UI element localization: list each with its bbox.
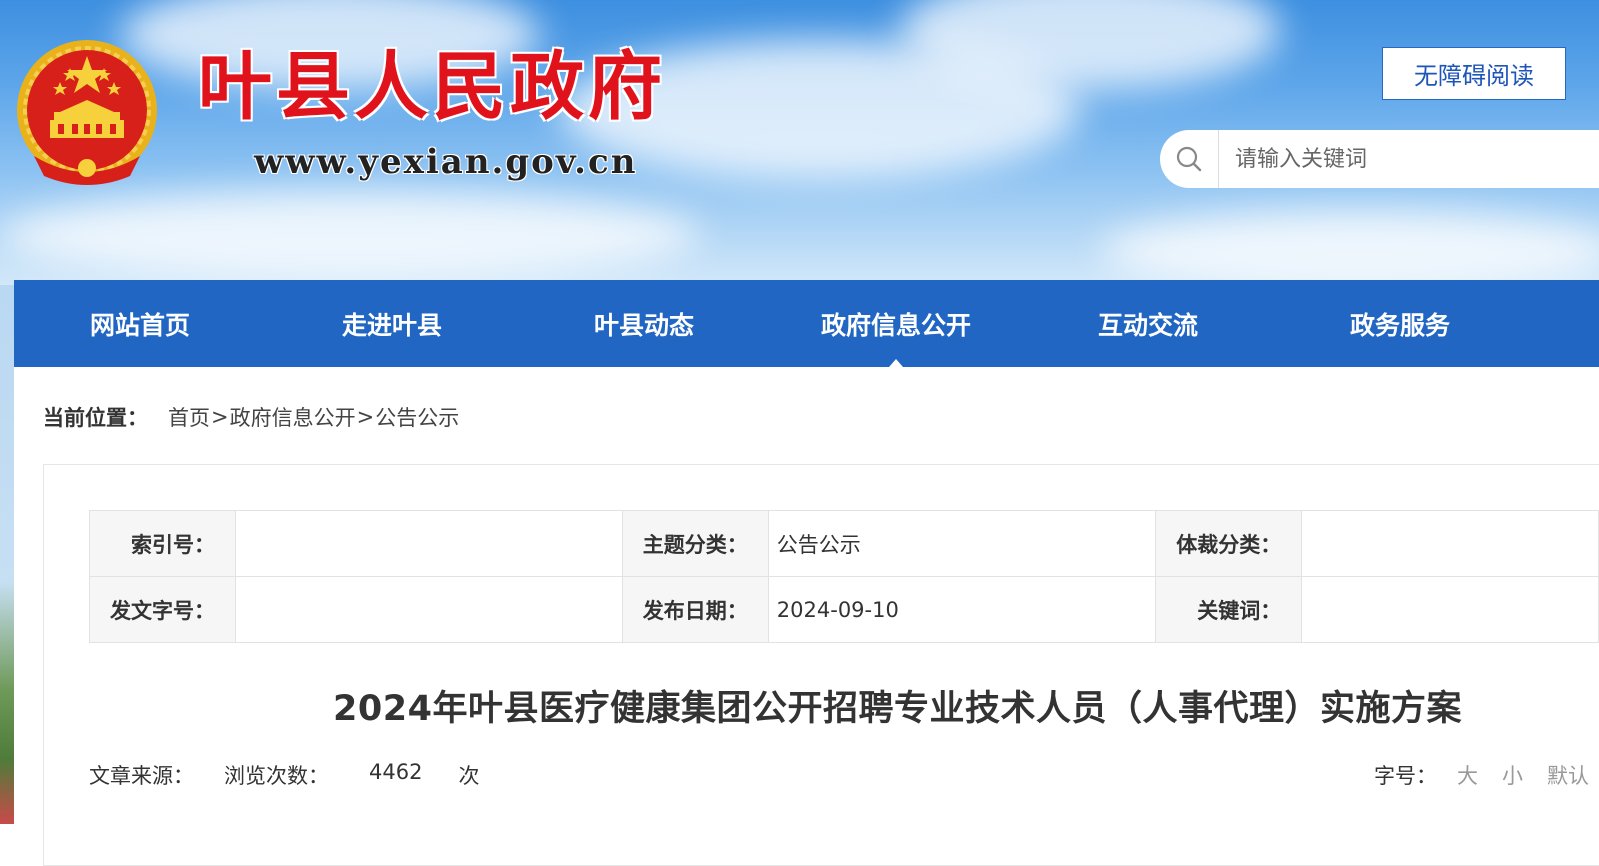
breadcrumb-separator: > (356, 405, 375, 429)
nav-item-about-yexian[interactable]: 走进叶县 (266, 280, 518, 367)
site-header: 叶县人民政府 www.yexian.gov.cn 无障碍阅读 (0, 0, 1599, 285)
source-label: 文章来源： (89, 764, 194, 788)
nav-item-label: 政务服务 (1349, 310, 1450, 340)
main-nav: 网站首页 走进叶县 叶县动态 政府信息公开 互动交流 政务服务 (14, 280, 1599, 367)
nav-item-gov-info[interactable]: 政府信息公开 (770, 280, 1022, 367)
views-label: 浏览次数： (224, 764, 329, 788)
article-title: 2024年叶县医疗健康集团公开招聘专业技术人员（人事代理）实施方案 (333, 689, 1462, 729)
nav-item-label: 叶县动态 (593, 310, 694, 340)
search-icon[interactable] (1160, 130, 1219, 188)
nav-item-label: 互动交流 (1097, 310, 1198, 340)
font-size-default[interactable]: 默认 (1547, 760, 1589, 790)
breadcrumb-home[interactable]: 首页 (168, 402, 210, 432)
breadcrumb-label: 当前位置： (43, 406, 148, 430)
topic-category-value: 公告公示 (767, 510, 1157, 577)
index-number-label: 索引号： (88, 510, 237, 577)
breadcrumb-gov-info[interactable]: 政府信息公开 (230, 402, 356, 432)
cloud-decoration (0, 190, 700, 280)
active-caret-icon (889, 359, 903, 367)
breadcrumb: 当前位置： 首页 > 政府信息公开 > 公告公示 (43, 402, 459, 432)
font-size-large[interactable]: 大 (1457, 760, 1478, 790)
cloud-decoration (1100, 210, 1599, 285)
table-row: 发文字号： 发布日期： 2024-09-10 关键词： (88, 576, 1599, 643)
side-background-strip (0, 285, 14, 824)
nav-item-home[interactable]: 网站首页 (14, 280, 266, 367)
nav-item-label: 走进叶县 (341, 310, 442, 340)
publish-date-label: 发布日期： (621, 576, 769, 643)
nav-item-services[interactable]: 政务服务 (1274, 280, 1526, 367)
font-size-label: 字号： (1374, 764, 1437, 788)
font-size-small[interactable]: 小 (1502, 760, 1523, 790)
genre-category-label: 体裁分类： (1155, 510, 1303, 577)
document-number-value (235, 576, 623, 643)
keywords-label: 关键词： (1155, 576, 1303, 643)
keywords-value (1301, 576, 1599, 643)
search-input[interactable] (1219, 145, 1597, 173)
topic-category-label: 主题分类： (621, 510, 769, 577)
national-emblem-icon (17, 40, 157, 185)
views-unit: 次 (458, 764, 480, 788)
nav-item-label: 政府信息公开 (820, 310, 971, 340)
nav-item-interaction[interactable]: 互动交流 (1022, 280, 1274, 367)
breadcrumb-announcements[interactable]: 公告公示 (375, 402, 459, 432)
article-meta-table: 索引号： 主题分类： 公告公示 体裁分类： 发文字号： 发布日期： 2024-0… (88, 510, 1599, 643)
publish-date-value: 2024-09-10 (767, 576, 1157, 643)
article-info: 文章来源： 浏览次数： 4462 次 (89, 760, 479, 790)
genre-category-value (1301, 510, 1599, 577)
views-count: 4462 (369, 760, 423, 784)
site-title: 叶县人民政府 (198, 44, 666, 130)
breadcrumb-separator: > (211, 405, 229, 429)
site-url: www.yexian.gov.cn (254, 142, 638, 182)
nav-item-label: 网站首页 (89, 310, 190, 340)
source-value (194, 760, 224, 790)
font-size-switcher: 字号： 大 小 默认 (1374, 760, 1589, 790)
nav-item-news[interactable]: 叶县动态 (518, 280, 770, 367)
accessibility-reading-button[interactable]: 无障碍阅读 (1382, 47, 1566, 100)
document-number-label: 发文字号： (88, 576, 237, 643)
table-row: 索引号： 主题分类： 公告公示 体裁分类： (88, 510, 1599, 577)
search-box (1160, 130, 1599, 188)
index-number-value (235, 510, 623, 577)
